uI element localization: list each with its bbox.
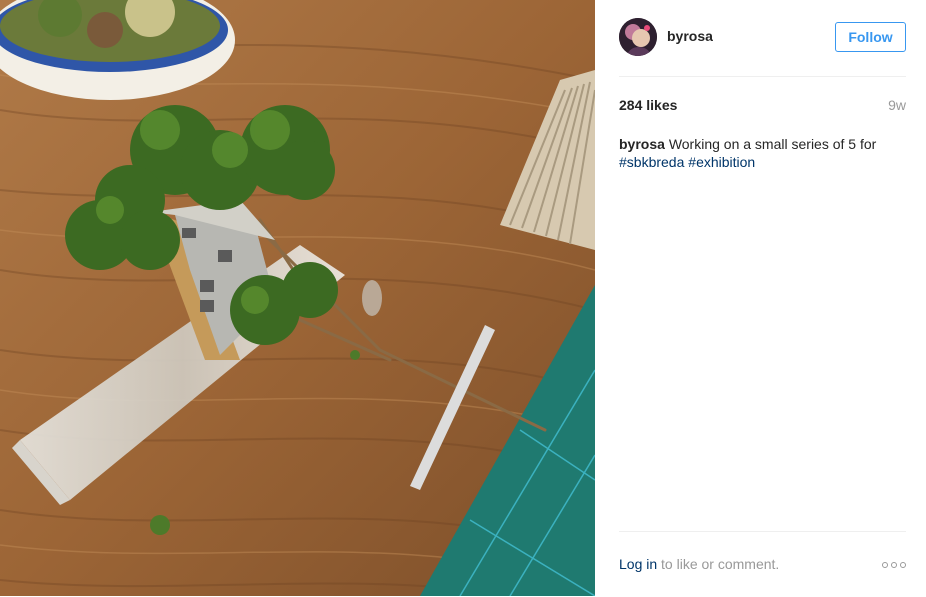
username-link[interactable]: byrosa (667, 28, 713, 44)
post-caption: byrosa Working on a small series of 5 fo… (619, 135, 906, 171)
login-prompt: Log in to like or comment. (619, 556, 779, 572)
login-suffix-text: to like or comment. (657, 556, 780, 572)
post-details-panel: byrosa Follow 284 likes 9w byrosa Workin… (595, 0, 926, 596)
post-header: byrosa Follow (619, 0, 906, 77)
profile-avatar[interactable] (619, 18, 657, 56)
more-dot (900, 562, 906, 568)
avatar-image (619, 18, 657, 56)
post-footer: Log in to like or comment. (619, 531, 906, 597)
likes-count[interactable]: 284 likes (619, 97, 677, 113)
post-photo[interactable] (0, 0, 595, 596)
more-dot (891, 562, 897, 568)
caption-text: Working on a small series of 5 for (668, 136, 877, 152)
hashtag-link[interactable]: #sbkbreda (619, 154, 684, 170)
more-dot (882, 562, 888, 568)
post-photo-illustration (0, 0, 595, 596)
post-age[interactable]: 9w (888, 97, 906, 113)
login-link[interactable]: Log in (619, 556, 657, 572)
hashtag-link[interactable]: #exhibition (688, 154, 755, 170)
more-options-icon[interactable] (882, 558, 906, 572)
follow-button[interactable]: Follow (835, 22, 906, 52)
caption-username-link[interactable]: byrosa (619, 136, 665, 152)
